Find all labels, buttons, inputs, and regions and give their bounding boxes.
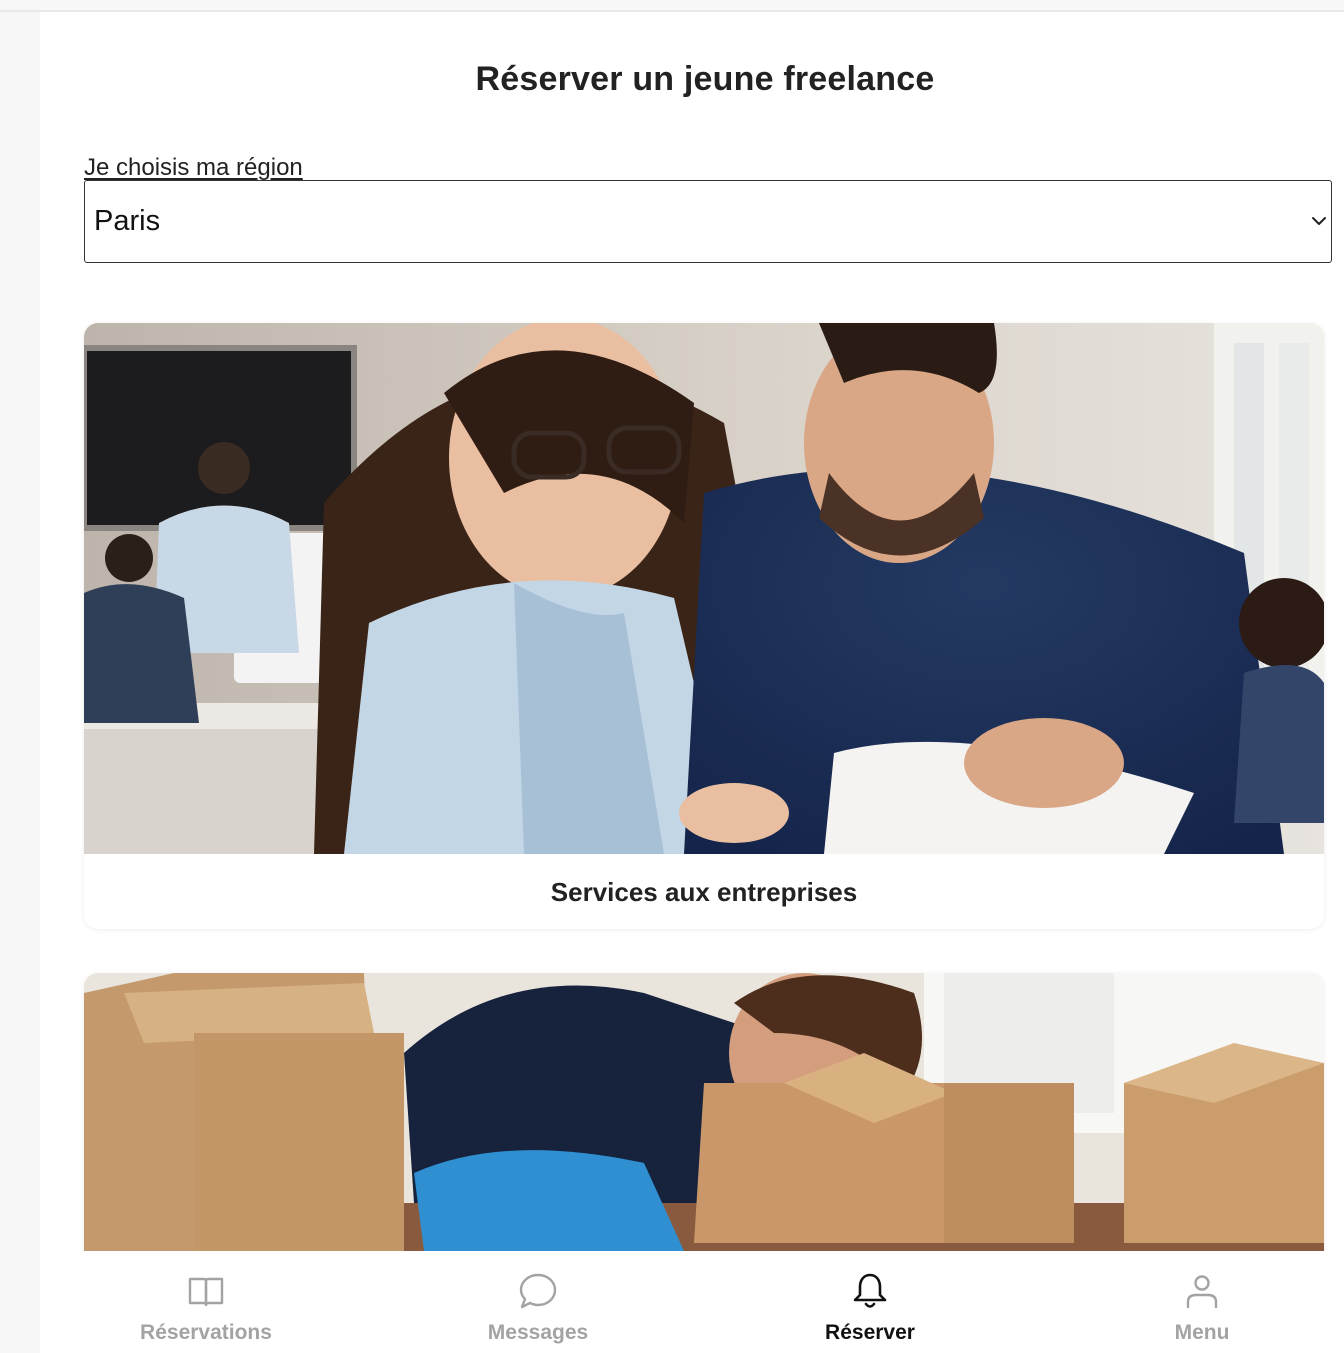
category-card-moving[interactable] (84, 973, 1324, 1273)
nav-item-reserver[interactable]: Réserver (770, 1251, 970, 1353)
business-team-photo (84, 323, 1324, 854)
chevron-down-icon (1312, 217, 1326, 225)
nav-label-menu: Menu (1174, 1321, 1230, 1344)
region-selected-value: Paris (94, 205, 161, 237)
nav-label-messages: Messages (487, 1321, 589, 1344)
category-card-label: Services aux entreprises (550, 877, 858, 907)
nav-label-reservations: Réservations (140, 1321, 272, 1344)
category-card-business[interactable]: Services aux entreprises (84, 323, 1324, 929)
main-panel: Réserver un jeune freelance Je choisis m… (40, 12, 1344, 1353)
nav-item-reservations[interactable]: Réservations (106, 1251, 306, 1353)
nav-item-menu[interactable]: Menu (1102, 1251, 1302, 1353)
book-icon (188, 1277, 224, 1307)
chat-bubble-icon (519, 1273, 557, 1309)
user-icon (1186, 1275, 1218, 1309)
region-label: Je choisis ma région (84, 154, 303, 181)
moving-boxes-photo (84, 973, 1324, 1251)
nav-label-reserver: Réserver (825, 1321, 915, 1344)
page-title: Réserver un jeune freelance (475, 60, 935, 98)
bell-icon (853, 1273, 887, 1308)
region-select[interactable]: Paris (84, 180, 1332, 263)
bottom-nav: Réservations Messages Réserver Menu (40, 1251, 1344, 1353)
nav-item-messages[interactable]: Messages (438, 1251, 638, 1353)
